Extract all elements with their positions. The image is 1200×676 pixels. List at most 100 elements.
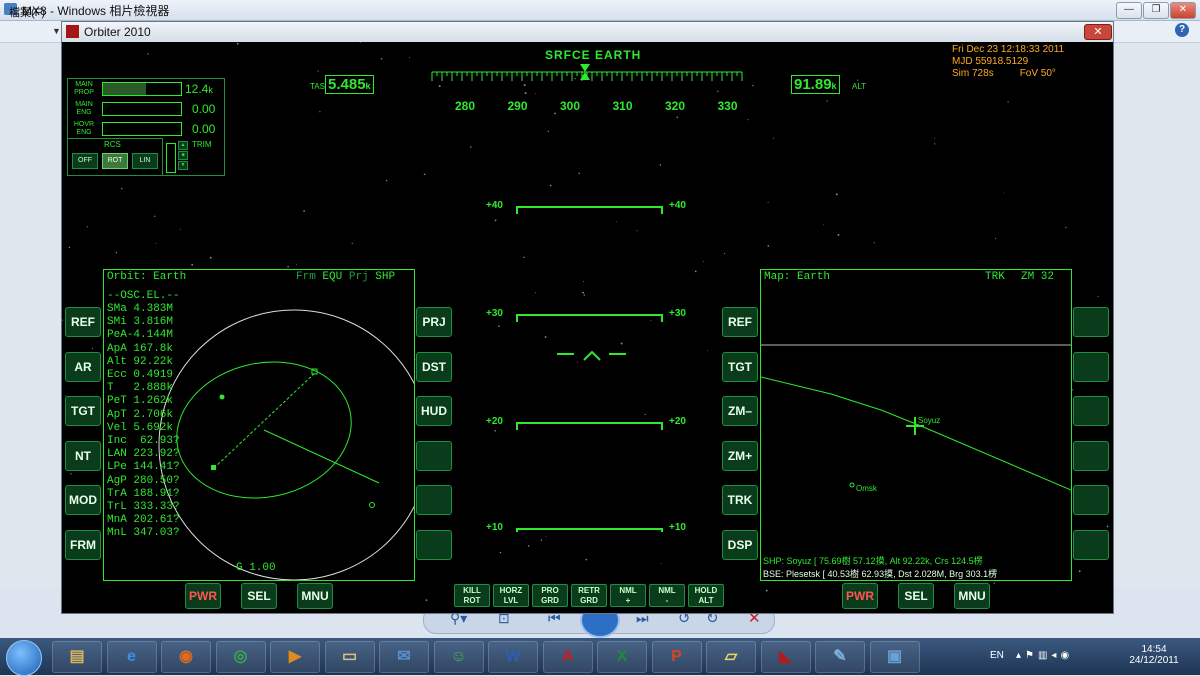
left-mfd-left-button-4[interactable]: NT bbox=[65, 440, 101, 471]
folder-icon[interactable]: ▭ bbox=[324, 641, 375, 673]
osc-elements-header: --OSC.EL.-- bbox=[107, 290, 180, 302]
excel-icon[interactable]: X bbox=[597, 641, 647, 673]
hud-button-horz-2[interactable]: HORZ LVL bbox=[493, 584, 529, 607]
maximize-button[interactable]: ❐ bbox=[1143, 2, 1169, 19]
right-mfd-left-button-1[interactable]: REF bbox=[722, 307, 758, 337]
hud-button-retr-4[interactable]: RETR GRD bbox=[571, 584, 607, 607]
left-mfd-right-button-2[interactable]: DST bbox=[416, 351, 452, 382]
right-mfd-sel-button[interactable]: SEL bbox=[898, 583, 934, 609]
chrome-icon[interactable]: ◎ bbox=[215, 641, 266, 673]
star bbox=[62, 319, 63, 321]
right-mfd-right-button-6[interactable] bbox=[1073, 529, 1109, 560]
sticky-notes-icon[interactable]: ▱ bbox=[706, 641, 756, 673]
pitch-line bbox=[516, 314, 663, 322]
alt-readout: 91.89k bbox=[791, 75, 840, 94]
left-mfd-right-button-4[interactable] bbox=[416, 440, 452, 471]
right-mfd-right-button-5[interactable] bbox=[1073, 485, 1109, 515]
star bbox=[1003, 192, 1005, 194]
left-mfd-sel-button[interactable]: SEL bbox=[241, 583, 277, 609]
left-mfd-right-button-5[interactable] bbox=[416, 485, 452, 515]
trim-gauge bbox=[166, 143, 176, 173]
left-mfd-left-button-3[interactable]: TGT bbox=[65, 396, 101, 426]
hud-button-line2: GRD bbox=[541, 596, 559, 605]
right-mfd-right-button-4[interactable] bbox=[1073, 440, 1109, 471]
left-mfd-left-button-6[interactable]: FRM bbox=[65, 529, 101, 560]
rcs-off-button[interactable]: OFF bbox=[72, 153, 98, 169]
left-mfd-right-button-3[interactable]: HUD bbox=[416, 396, 452, 426]
hud-button-nml-6[interactable]: NML - bbox=[649, 584, 685, 607]
hud-button-nml-5[interactable]: NML + bbox=[610, 584, 646, 607]
main-prop-label: MAIN PROP bbox=[74, 81, 94, 96]
file-menu[interactable]: 檔案(F) bbox=[9, 4, 45, 20]
base-marker bbox=[849, 482, 855, 488]
trim-center-button[interactable]: ■ bbox=[178, 151, 188, 160]
left-mfd-mnu-button[interactable]: MNU bbox=[297, 583, 333, 609]
star bbox=[765, 589, 768, 592]
messenger-icon[interactable]: ☺ bbox=[433, 641, 484, 673]
star bbox=[660, 563, 662, 565]
left-mfd-left-button-2[interactable]: AR bbox=[65, 351, 101, 382]
pitch-label: +10 bbox=[669, 522, 686, 533]
file-menu-dropdown-icon[interactable]: ▼ bbox=[52, 26, 61, 36]
rcs-rot-button[interactable]: ROT bbox=[102, 153, 128, 169]
explorer-icon[interactable]: ▤ bbox=[52, 641, 102, 673]
hovr-eng-gauge[interactable] bbox=[102, 122, 182, 136]
hud-button-kill-1[interactable]: KILL ROT bbox=[454, 584, 490, 607]
tray-icons[interactable]: ▴⚑▥◂◉ bbox=[1016, 650, 1073, 661]
clock[interactable]: 14:54 24/12/2011 bbox=[1124, 644, 1184, 666]
star bbox=[385, 179, 388, 182]
acrobat-icon[interactable]: A bbox=[542, 641, 593, 673]
orbital-element: ApA 167.8k bbox=[107, 342, 174, 355]
thunderbird-icon[interactable]: ✉ bbox=[379, 641, 429, 673]
right-mfd-left-button-2[interactable]: TGT bbox=[722, 351, 758, 382]
right-mfd-right-button-3[interactable] bbox=[1073, 396, 1109, 426]
start-button[interactable] bbox=[6, 640, 42, 676]
help-icon[interactable]: ? bbox=[1175, 23, 1189, 37]
media-player-icon[interactable]: ▶ bbox=[270, 641, 320, 673]
left-mfd-left-button-1[interactable]: REF bbox=[65, 307, 101, 337]
rcs-lin-button[interactable]: LIN bbox=[132, 153, 158, 169]
star bbox=[155, 242, 157, 244]
language-indicator[interactable]: EN bbox=[990, 650, 1004, 661]
word-icon[interactable]: W bbox=[488, 641, 538, 673]
orbital-element: SMa 4.383M bbox=[107, 303, 174, 315]
powerpoint-icon[interactable]: P bbox=[651, 641, 702, 673]
ie-icon[interactable]: e bbox=[106, 641, 157, 673]
right-mfd-left-button-3[interactable]: ZM– bbox=[722, 396, 758, 426]
left-mfd-left-button-5[interactable]: MOD bbox=[65, 485, 101, 515]
pitch-label: +20 bbox=[486, 416, 503, 427]
paint-icon[interactable]: ✎ bbox=[815, 641, 865, 673]
right-mfd-right-button-2[interactable] bbox=[1073, 351, 1109, 382]
firefox-icon[interactable]: ◉ bbox=[161, 641, 211, 673]
main-eng-gauge[interactable] bbox=[102, 102, 182, 116]
apoapsis-marker bbox=[369, 502, 375, 508]
hud-button-hold-7[interactable]: HOLD ALT bbox=[688, 584, 724, 607]
minimize-button[interactable]: — bbox=[1116, 2, 1142, 19]
orbiter-icon[interactable]: ◣ bbox=[760, 641, 811, 673]
hud-button-pro-3[interactable]: PRO GRD bbox=[532, 584, 568, 607]
star bbox=[1097, 295, 1099, 298]
right-mfd-left-button-5[interactable]: TRK bbox=[722, 485, 758, 515]
star bbox=[540, 539, 543, 541]
star bbox=[837, 233, 840, 236]
star bbox=[115, 252, 118, 254]
right-mfd-left-button-4[interactable]: ZM+ bbox=[722, 440, 758, 471]
hud-button-line2: ALT bbox=[698, 596, 714, 605]
right-mfd-right-button-1[interactable] bbox=[1073, 307, 1109, 337]
orbital-element: TrA 188.91? bbox=[107, 487, 180, 500]
right-mfd-mnu-button[interactable]: MNU bbox=[954, 583, 990, 609]
left-mfd-right-button-1[interactable]: PRJ bbox=[416, 307, 452, 337]
photo-viewer-icon[interactable]: ▣ bbox=[869, 641, 920, 673]
star bbox=[236, 42, 239, 45]
orbiter-close-button[interactable]: ✕ bbox=[1084, 24, 1112, 40]
radius-vector bbox=[263, 429, 380, 484]
right-mfd-pwr-button[interactable]: PWR bbox=[842, 583, 878, 609]
star bbox=[1078, 570, 1081, 573]
right-mfd-left-button-6[interactable]: DSP bbox=[722, 529, 758, 560]
trim-up-button[interactable]: ▲ bbox=[178, 141, 188, 150]
orbiter-title: Orbiter 2010 bbox=[84, 25, 151, 39]
trim-down-button[interactable]: ▼ bbox=[178, 161, 188, 170]
left-mfd-right-button-6[interactable] bbox=[416, 529, 452, 560]
left-mfd-pwr-button[interactable]: PWR bbox=[185, 583, 221, 609]
close-button[interactable]: ✕ bbox=[1170, 2, 1196, 19]
